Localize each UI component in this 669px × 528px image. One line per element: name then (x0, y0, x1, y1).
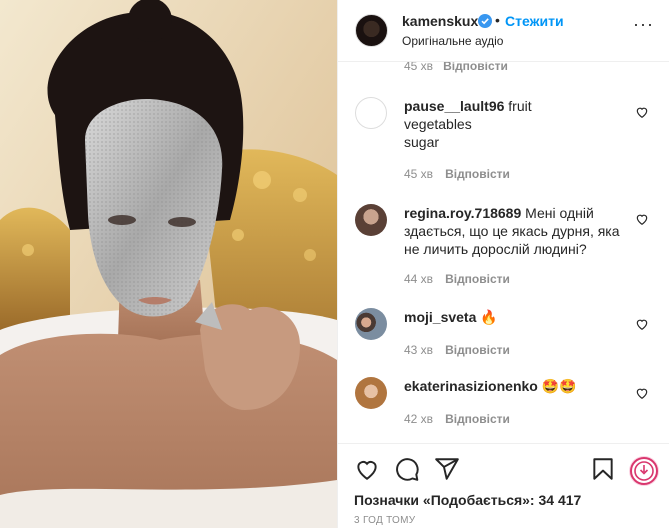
comment-meta: 44 хв Відповісти (404, 272, 510, 286)
commenter-avatar[interactable] (355, 377, 387, 409)
comment-time: 42 хв (404, 412, 434, 426)
comment-time: 45 хв (404, 167, 434, 181)
reply-button[interactable]: Відповісти (443, 62, 508, 73)
comment-text: ekaterinasizionenko 🤩🤩 (404, 377, 626, 395)
share-icon[interactable] (434, 456, 462, 484)
comment-text: moji_sveta 🔥 (404, 308, 626, 326)
like-comment-heart-icon[interactable] (635, 105, 649, 119)
comment-line: fruit (508, 98, 532, 114)
commenter-username[interactable]: ekaterinasizionenko (404, 378, 538, 394)
like-comment-heart-icon[interactable] (635, 386, 649, 400)
post-actions: Позначки «Подобається»: 34 417 3 ГОД ТОМ… (338, 443, 669, 528)
comment-body: 🔥 (480, 309, 498, 325)
comment-icon[interactable] (394, 456, 422, 484)
verified-badge-icon (478, 14, 492, 28)
comments-list[interactable]: 45 хв Відповісти pause__lault96 fruit veg… (338, 62, 669, 442)
comment-meta: 43 хв Відповісти (404, 343, 510, 357)
like-comment-heart-icon[interactable] (635, 317, 649, 331)
author-username[interactable]: kamenskux (402, 13, 478, 29)
partial-comment-meta: 45 хв Відповісти (404, 62, 508, 73)
comment-time: 45 хв (404, 62, 434, 73)
like-comment-heart-icon[interactable] (635, 212, 649, 226)
comment-time: 43 хв (404, 343, 434, 357)
commenter-avatar[interactable] (355, 204, 387, 236)
reply-button[interactable]: Відповісти (445, 412, 510, 426)
header-separator: • (495, 12, 500, 28)
commenter-username[interactable]: pause__lault96 (404, 98, 504, 114)
post-image (0, 0, 337, 528)
author-avatar[interactable] (355, 14, 388, 47)
likes-count[interactable]: Позначки «Подобається»: 34 417 (354, 492, 581, 508)
commenter-username[interactable]: moji_sveta (404, 309, 476, 325)
comment-line: sugar (404, 134, 440, 150)
comment-time: 44 хв (404, 272, 434, 286)
commenter-avatar[interactable] (355, 308, 387, 340)
comment-text: regina.roy.718689 Мені одній здається, щ… (404, 204, 626, 258)
audio-label[interactable]: Оригінальне аудіо (402, 34, 503, 48)
reply-button[interactable]: Відповісти (445, 272, 510, 286)
comment-line: vegetables (404, 116, 472, 132)
reply-button[interactable]: Відповісти (445, 167, 510, 181)
post-photo[interactable] (0, 0, 337, 528)
camera-effect-icon[interactable] (630, 457, 658, 485)
follow-button[interactable]: Стежити (505, 13, 564, 29)
instagram-post-view: kamenskux • Стежити Оригінальне аудіо ··… (0, 0, 669, 528)
bookmark-icon[interactable] (590, 456, 618, 484)
comment-body: 🤩🤩 (541, 378, 577, 394)
comment-meta: 45 хв Відповісти (404, 167, 510, 181)
heart-icon[interactable] (354, 456, 382, 484)
post-sidebar: kamenskux • Стежити Оригінальне аудіо ··… (337, 0, 669, 528)
post-timestamp: 3 ГОД ТОМУ (354, 515, 416, 526)
post-header: kamenskux • Стежити Оригінальне аудіо ··… (338, 0, 669, 62)
commenter-username[interactable]: regina.roy.718689 (404, 205, 521, 221)
comment-meta: 42 хв Відповісти (404, 412, 510, 426)
commenter-avatar[interactable] (355, 97, 387, 129)
comment-text: pause__lault96 fruit vegetables sugar (404, 97, 626, 151)
more-options-icon[interactable]: ··· (633, 15, 653, 40)
reply-button[interactable]: Відповісти (445, 343, 510, 357)
